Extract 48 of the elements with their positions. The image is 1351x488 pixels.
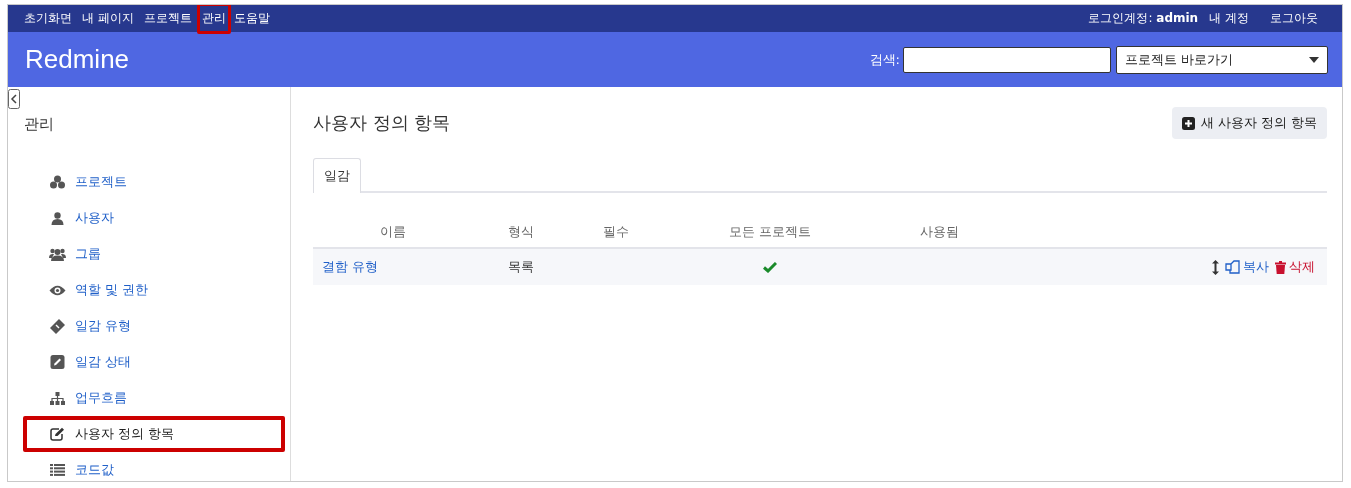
edit-icon <box>49 427 66 441</box>
cubes-icon <box>49 175 66 189</box>
field-name-link[interactable]: 결함 유형 <box>322 258 379 276</box>
plus-square-icon <box>1181 116 1195 130</box>
project-jump-dropdown[interactable]: 프로젝트 바로가기 <box>1116 45 1328 74</box>
eye-icon <box>49 284 66 296</box>
search-field[interactable] <box>903 46 1111 73</box>
sidebar-item[interactable]: 역할 및 권한 <box>23 272 285 308</box>
account-link[interactable]: 내 계정 <box>1209 10 1249 27</box>
sidebar-item[interactable]: 프로젝트 <box>23 164 285 200</box>
sidebar-item[interactable]: 일감 유형 <box>23 308 285 344</box>
group-icon <box>49 247 66 261</box>
new-custom-field-button[interactable]: 새 사용자 정의 항목 <box>1171 107 1327 139</box>
sidebar-item[interactable]: 사용자 <box>23 200 285 236</box>
pencil-square-icon <box>49 355 66 369</box>
copy-icon <box>1225 260 1240 274</box>
sitemap-icon <box>49 391 66 405</box>
search-label: 검색: <box>869 50 900 69</box>
copy-link[interactable]: 복사 <box>1225 258 1269 276</box>
menu-link[interactable]: 초기화면 <box>24 10 72 27</box>
trash-icon <box>1275 260 1286 274</box>
sidebar-item[interactable]: 그룹 <box>23 236 285 272</box>
column-header: 형식 <box>506 223 535 241</box>
sidebar-item[interactable]: 코드값 <box>23 452 285 481</box>
list-icon <box>49 464 66 476</box>
sidebar-item[interactable]: 업무흐름 <box>23 380 285 416</box>
menu-link[interactable]: 도움말 <box>233 10 270 27</box>
sidebar-item[interactable]: 사용자 정의 항목 <box>23 416 285 452</box>
table-cell: 목록 <box>507 258 534 276</box>
user-icon <box>49 211 66 225</box>
delete-link[interactable]: 삭제 <box>1275 258 1315 276</box>
page-title: 사용자 정의 항목 <box>313 111 451 135</box>
menu-link[interactable]: 프로젝트 <box>143 10 192 27</box>
tab[interactable]: 일감 <box>313 158 361 193</box>
caret-icon <box>1309 56 1319 63</box>
site-title[interactable]: Redmine <box>25 44 130 75</box>
column-header: 이름 <box>379 223 407 241</box>
column-header: 모든 프로젝트 <box>727 223 813 241</box>
menu-link[interactable]: 내 페이지 <box>82 10 134 27</box>
column-header: 필수 <box>601 223 630 241</box>
login-label: 로그인계정: admin <box>1088 10 1199 27</box>
collapse-icon[interactable] <box>8 89 20 109</box>
ticket-icon <box>49 318 66 334</box>
account-link[interactable]: 로그아웃 <box>1270 10 1318 27</box>
column-header: 사용됨 <box>918 223 960 241</box>
sidebar-item[interactable]: 일감 상태 <box>23 344 285 380</box>
sidebar-title: 관리 <box>24 115 54 134</box>
reorder-icon[interactable] <box>1212 259 1219 275</box>
